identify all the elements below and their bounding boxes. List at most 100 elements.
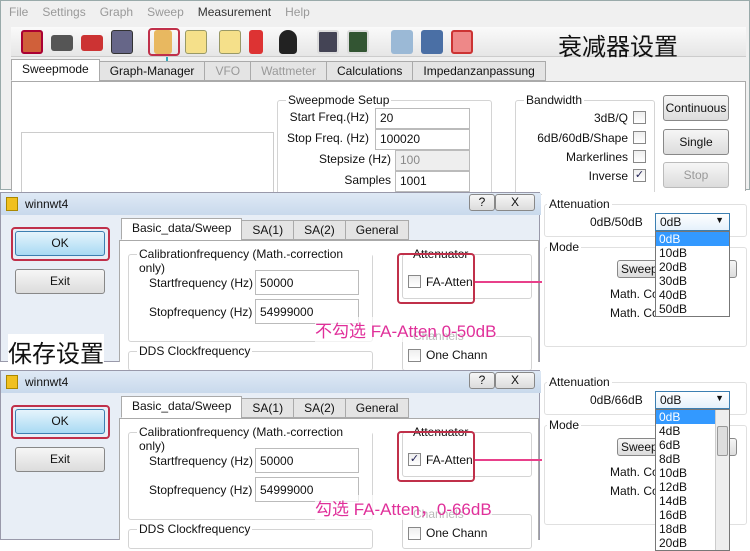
tab-impedanzanpassung[interactable]: Impedanzanpassung [412, 61, 546, 81]
startfrequency-input[interactable]: 50000 [255, 448, 359, 473]
dropdown-option[interactable]: 18dB [656, 522, 715, 536]
dropdown-option[interactable]: 30dB [656, 274, 729, 288]
group-title: Bandwidth [524, 93, 585, 107]
hourglass-icon[interactable] [451, 30, 473, 54]
graph2-icon[interactable] [219, 30, 241, 54]
highlight-box [397, 431, 475, 482]
samples-input[interactable]: 1001 [395, 171, 470, 192]
print-icon[interactable] [51, 35, 73, 51]
menu-graph[interactable]: Graph [100, 5, 133, 19]
tab-sa1[interactable]: SA(1) [241, 220, 295, 240]
dds-group: DDS Clockfrequency [128, 522, 373, 549]
one-chann-checkbox[interactable] [408, 349, 421, 362]
save-icon[interactable] [421, 30, 443, 54]
tab-wattmeter[interactable]: Wattmeter [250, 61, 328, 81]
scrollbar-thumb[interactable] [717, 426, 728, 456]
cb-shape[interactable] [633, 131, 646, 144]
main-window: File Settings Graph Sweep Measurement He… [0, 0, 750, 195]
png-bmp-icon[interactable] [111, 30, 133, 54]
cb-markerlines[interactable] [633, 150, 646, 163]
annotation-save: 保存设置 [8, 334, 104, 369]
tab-general[interactable]: General [344, 398, 410, 418]
cb-inverse[interactable]: ✓ [633, 169, 646, 182]
menu-bar: File Settings Graph Sweep Measurement He… [9, 5, 310, 19]
start-freq-label: Start Freq.(Hz) [289, 110, 369, 124]
attenuation-select[interactable]: 0dB ▼ [655, 391, 730, 409]
stopfrequency-label: Stopfrequency (Hz) [149, 483, 253, 497]
k2-icon[interactable] [347, 30, 369, 54]
dropdown-option[interactable]: 10dB [656, 466, 715, 480]
stop-freq-input[interactable]: 100020 [375, 129, 470, 150]
dropdown-option[interactable]: 40dB [656, 288, 729, 302]
device-settings-panel: Attenuation 0dB/66dB 0dB ▼ Mode Sweep Ma… [542, 370, 750, 551]
menu-sweep[interactable]: Sweep [147, 5, 184, 19]
tab-sa1[interactable]: SA(1) [241, 398, 295, 418]
exit-button[interactable]: Exit [15, 447, 105, 472]
menu-settings[interactable]: Settings [42, 5, 85, 19]
help-button[interactable]: ? [469, 372, 495, 389]
exit-button[interactable]: Exit [15, 269, 105, 294]
dropdown-option[interactable]: 10dB [656, 246, 729, 260]
print-pdf-icon[interactable] [81, 35, 103, 51]
group-title: Mode [547, 240, 582, 254]
tools-icon[interactable] [249, 30, 263, 54]
stop-button[interactable]: Stop [663, 162, 729, 188]
dropdown-option[interactable]: 16dB [656, 508, 715, 522]
dropdown-option[interactable]: 6dB [656, 438, 715, 452]
tab-sa2[interactable]: SA(2) [293, 220, 346, 240]
tab-basic-data[interactable]: Basic_data/Sweep [121, 396, 243, 418]
one-chann-label: One Chann [426, 526, 488, 540]
highlight-box [11, 227, 110, 261]
tab-panel: Calibrationfrequency (Math.-correction o… [119, 418, 539, 549]
graph-icon[interactable] [185, 30, 207, 54]
tab-general[interactable]: General [344, 220, 410, 240]
dropdown-option[interactable]: 20dB [656, 260, 729, 274]
dropdown-option[interactable]: 50dB [656, 302, 729, 316]
dropdown-option[interactable]: 8dB [656, 452, 715, 466]
dropdown-option[interactable]: 12dB [656, 480, 715, 494]
linux-icon[interactable] [279, 30, 297, 54]
tab-calculations[interactable]: Calculations [326, 61, 414, 81]
k1-icon[interactable] [317, 30, 339, 54]
toolbar: 衰减器设置 [11, 27, 746, 61]
dialog-tabs: Basic_data/Sweep SA(1) SA(2) General [121, 396, 410, 418]
menu-help[interactable]: Help [285, 5, 310, 19]
annotation-note: 勾选 FA-Atten，0-66dB [315, 495, 492, 520]
continuous-button[interactable]: Continuous [663, 95, 729, 121]
startfrequency-input[interactable]: 50000 [255, 270, 359, 295]
single-button[interactable]: Single [663, 129, 729, 155]
help-button[interactable]: ? [469, 194, 495, 211]
menu-measurement[interactable]: Measurement [198, 5, 271, 19]
tab-sweepmode[interactable]: Sweepmode [11, 59, 100, 81]
scrollbar[interactable] [715, 410, 729, 550]
dropdown-option[interactable]: 4dB [656, 424, 715, 438]
stepsize-input[interactable]: 100 [395, 150, 470, 171]
power-icon[interactable] [21, 30, 43, 54]
open-folder-icon[interactable] [391, 30, 413, 54]
start-freq-input[interactable]: 20 [375, 108, 470, 129]
attenuation-range-label: 0dB/50dB [590, 215, 643, 229]
dropdown-option[interactable]: 0dB [656, 410, 715, 424]
close-button[interactable]: X [495, 372, 535, 389]
attenuation-dropdown-list: 0dB 10dB 20dB 30dB 40dB 50dB [655, 231, 730, 317]
one-chann-checkbox[interactable] [408, 527, 421, 540]
tab-sa2[interactable]: SA(2) [293, 398, 346, 418]
bandwidth-group: Bandwidth 3dB/Q 6dB/60dB/Shape Markerlin… [515, 93, 655, 195]
dropdown-option[interactable]: 14dB [656, 494, 715, 508]
dropdown-option[interactable]: 0dB [656, 232, 729, 246]
attenuation-select[interactable]: 0dB ▼ [655, 213, 730, 231]
tab-graph-manager[interactable]: Graph-Manager [98, 61, 206, 81]
close-button[interactable]: X [495, 194, 535, 211]
menu-file[interactable]: File [9, 5, 28, 19]
stop-freq-label: Stop Freq. (Hz) [286, 131, 369, 145]
dialog-set-checked: winnwt4 ? X OK Exit Basic_data/Sweep SA(… [0, 370, 750, 551]
group-title: DDS Clockfrequency [137, 344, 253, 358]
cb-3db[interactable] [633, 111, 646, 124]
stopfrequency-label: Stopfrequency (Hz) [149, 305, 253, 319]
startfrequency-label: Startfrequency (Hz) [149, 276, 254, 290]
group-title: DDS Clockfrequency [137, 522, 253, 536]
tab-vfo[interactable]: VFO [204, 61, 252, 81]
cb-markerlines-label: Markerlines [565, 150, 628, 164]
settings-dialog: winnwt4 ? X OK Exit Basic_data/Sweep SA(… [0, 370, 541, 549]
tab-basic-data[interactable]: Basic_data/Sweep [121, 218, 243, 240]
